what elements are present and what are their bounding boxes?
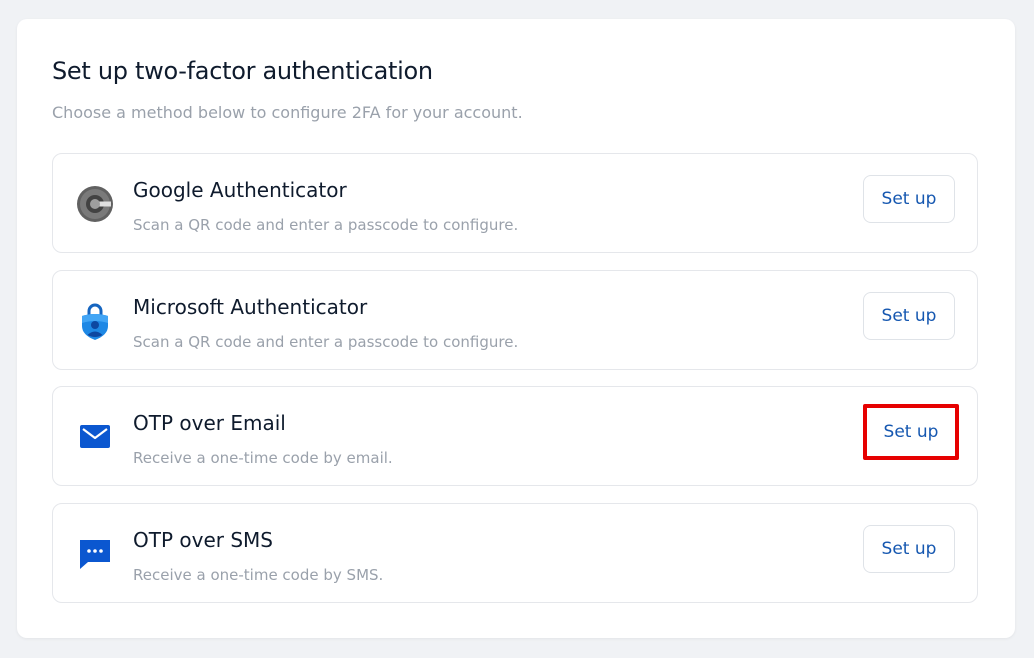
page-subtitle: Choose a method below to configure 2FA f… — [52, 103, 523, 122]
method-description: Scan a QR code and enter a passcode to c… — [133, 333, 519, 351]
two-factor-setup-card: Set up two-factor authentication Choose … — [17, 19, 1015, 638]
method-otp-sms: OTP over SMS Receive a one-time code by … — [52, 503, 978, 603]
method-title: Microsoft Authenticator — [133, 295, 368, 319]
setup-otp-sms-button[interactable]: Set up — [863, 525, 955, 573]
method-description: Scan a QR code and enter a passcode to c… — [133, 216, 519, 234]
method-description: Receive a one-time code by email. — [133, 449, 393, 467]
method-title: OTP over SMS — [133, 528, 273, 552]
sms-chat-icon — [75, 534, 115, 574]
setup-otp-email-button[interactable]: Set up — [863, 404, 959, 460]
page-title: Set up two-factor authentication — [52, 57, 433, 85]
setup-microsoft-authenticator-button[interactable]: Set up — [863, 292, 955, 340]
mail-icon — [75, 417, 115, 457]
method-microsoft-authenticator: Microsoft Authenticator Scan a QR code a… — [52, 270, 978, 370]
method-title: OTP over Email — [133, 411, 286, 435]
setup-google-authenticator-button[interactable]: Set up — [863, 175, 955, 223]
method-google-authenticator: Google Authenticator Scan a QR code and … — [52, 153, 978, 253]
method-description: Receive a one-time code by SMS. — [133, 566, 384, 584]
google-authenticator-icon — [75, 184, 115, 224]
method-otp-email: OTP over Email Receive a one-time code b… — [52, 386, 978, 486]
microsoft-authenticator-icon — [75, 301, 115, 341]
method-title: Google Authenticator — [133, 178, 347, 202]
